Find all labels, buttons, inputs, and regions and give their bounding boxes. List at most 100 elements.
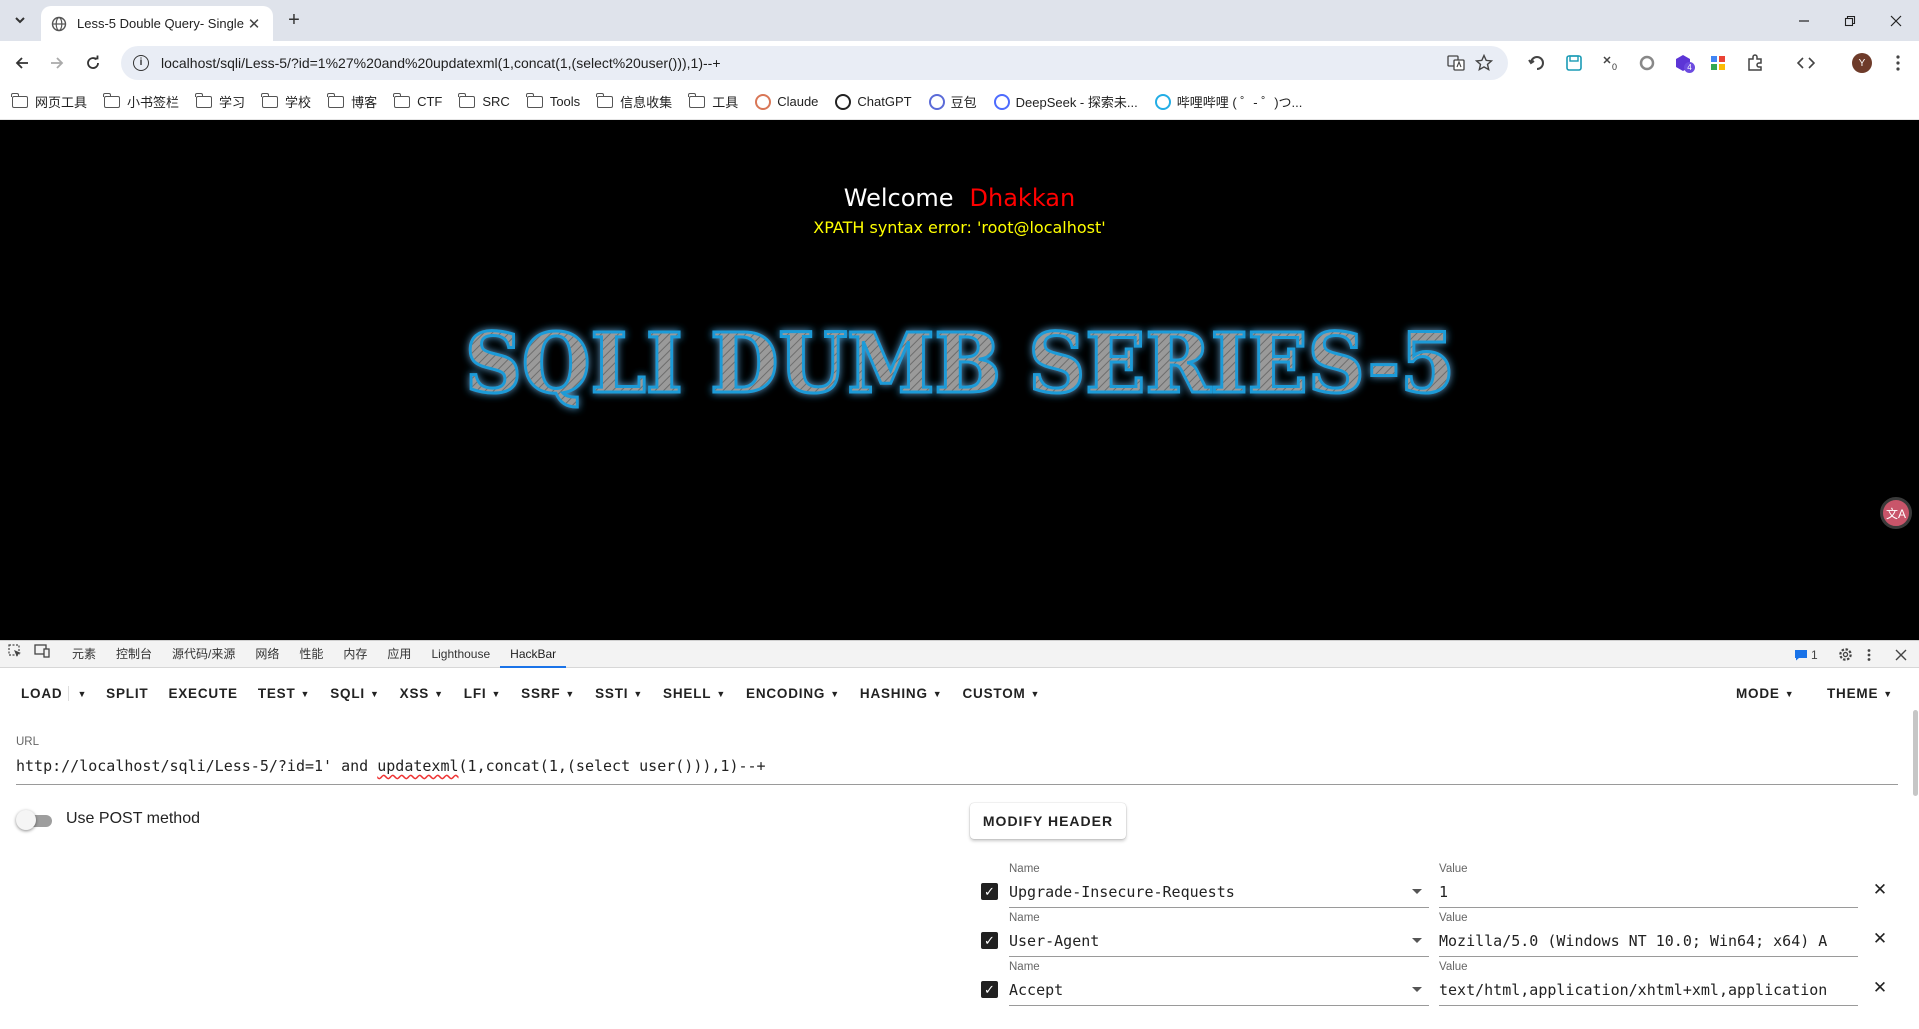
hackbar-menu-encoding[interactable]: ENCODING ▼ bbox=[736, 686, 850, 701]
header-name-input[interactable]: Upgrade-Insecure-Requests bbox=[1009, 878, 1429, 908]
devtools-more-icon[interactable] bbox=[1866, 641, 1872, 668]
devtools-tab[interactable]: 应用 bbox=[377, 641, 421, 668]
header-delete-icon[interactable]: ✕ bbox=[1870, 978, 1890, 998]
hackbar-menu-split[interactable]: SPLIT bbox=[96, 686, 158, 701]
extension-back-icon[interactable] bbox=[1527, 53, 1547, 73]
forward-button[interactable] bbox=[44, 50, 70, 76]
header-value-label: Value bbox=[1439, 863, 1468, 875]
devtools-tab[interactable]: 元素 bbox=[62, 641, 106, 668]
hackbar-menu-custom[interactable]: CUSTOM ▼ bbox=[952, 686, 1050, 701]
extension-badge: 4 bbox=[1684, 62, 1695, 73]
tab-close-icon[interactable]: ✕ bbox=[245, 15, 263, 33]
devtools-tab[interactable]: 内存 bbox=[333, 641, 377, 668]
hackbar-menu-execute[interactable]: EXECUTE bbox=[158, 686, 247, 701]
devtools-code-icon[interactable] bbox=[1796, 53, 1816, 73]
address-url[interactable]: localhost/sqli/Less-5/?id=1%27%20and%20u… bbox=[161, 55, 721, 71]
bookmark-folder[interactable]: 小书签栏 bbox=[103, 92, 179, 111]
header-enabled-checkbox[interactable]: ✓ bbox=[981, 932, 998, 949]
header-name-dropdown-icon[interactable] bbox=[1412, 987, 1422, 992]
hackbar-theme-button[interactable]: THEME ▼ bbox=[1817, 686, 1903, 701]
devtools-tab[interactable]: HackBar bbox=[500, 641, 567, 668]
hackbar-menu-hashing[interactable]: HASHING ▼ bbox=[850, 686, 953, 701]
devtools-tab[interactable]: 控制台 bbox=[106, 641, 162, 668]
new-tab-button[interactable]: + bbox=[282, 9, 306, 33]
browser-menu-icon[interactable] bbox=[1888, 53, 1908, 73]
bookmark-folder[interactable]: 学校 bbox=[261, 92, 311, 111]
devtools-tab[interactable]: Lighthouse bbox=[421, 641, 500, 668]
modify-header-button[interactable]: MODIFY HEADER bbox=[970, 803, 1126, 839]
header-enabled-checkbox[interactable]: ✓ bbox=[981, 981, 998, 998]
hackbar-menu-shell[interactable]: SHELL ▼ bbox=[653, 686, 736, 701]
header-name-dropdown-icon[interactable] bbox=[1412, 889, 1422, 894]
hackbar-menu-ssti[interactable]: SSTI ▼ bbox=[585, 686, 653, 701]
extension-blocks-icon[interactable] bbox=[1708, 53, 1728, 73]
bookmark-folder[interactable]: 博客 bbox=[327, 92, 377, 111]
bookmark-folder[interactable]: 信息收集 bbox=[596, 92, 672, 111]
extensions-puzzle-icon[interactable] bbox=[1745, 53, 1765, 73]
load-dropdown-button[interactable]: ▼ bbox=[68, 685, 96, 701]
bookmark-item[interactable]: 豆包 bbox=[928, 92, 977, 111]
tab-search-button[interactable] bbox=[8, 8, 32, 32]
bookmark-folder[interactable]: SRC bbox=[458, 92, 510, 109]
floating-translate-button[interactable]: 文A bbox=[1880, 497, 1912, 529]
bookmark-item[interactable]: Claude bbox=[755, 93, 818, 110]
back-button[interactable] bbox=[9, 50, 35, 76]
reload-button[interactable] bbox=[80, 50, 106, 76]
minimize-button[interactable] bbox=[1781, 0, 1827, 41]
header-name-input[interactable]: Accept bbox=[1009, 976, 1429, 1006]
devtools-tab[interactable]: 源代码/来源 bbox=[162, 641, 245, 668]
use-post-toggle[interactable] bbox=[16, 810, 54, 830]
bookmark-star-icon[interactable] bbox=[1474, 53, 1494, 72]
hackbar-mode-button[interactable]: MODE ▼ bbox=[1726, 686, 1804, 701]
bookmark-folder[interactable]: 网页工具 bbox=[11, 92, 87, 111]
folder-icon bbox=[261, 92, 279, 108]
inspect-element-icon[interactable] bbox=[0, 641, 28, 668]
header-name-dropdown-icon[interactable] bbox=[1412, 938, 1422, 943]
restore-button[interactable] bbox=[1827, 0, 1873, 41]
puzzle-icon bbox=[1748, 54, 1762, 71]
address-bar[interactable]: i localhost/sqli/Less-5/?id=1%27%20and%2… bbox=[121, 46, 1508, 80]
hackbar-menu-load[interactable]: LOAD bbox=[11, 686, 68, 701]
header-delete-icon[interactable]: ✕ bbox=[1870, 929, 1890, 949]
devtools-scrollbar[interactable] bbox=[1913, 710, 1918, 796]
hackbar-url-input[interactable]: http://localhost/sqli/Less-5/?id=1' and … bbox=[16, 753, 1898, 785]
hackbar-menu-lfi[interactable]: LFI ▼ bbox=[454, 686, 511, 701]
issues-count: 1 bbox=[1811, 647, 1818, 662]
header-name-input[interactable]: User-Agent bbox=[1009, 927, 1429, 957]
star-icon bbox=[1474, 53, 1494, 72]
bookmark-item[interactable]: ChatGPT bbox=[835, 93, 912, 110]
bookmark-folder[interactable]: 工具 bbox=[688, 92, 738, 111]
header-value-input[interactable]: Mozilla/5.0 (Windows NT 10.0; Win64; x64… bbox=[1439, 927, 1858, 957]
devtools-settings-icon[interactable] bbox=[1838, 641, 1853, 668]
bookmark-item[interactable]: DeepSeek - 探索未... bbox=[993, 92, 1138, 111]
device-toolbar-icon[interactable] bbox=[28, 641, 62, 668]
site-info-icon[interactable]: i bbox=[133, 55, 149, 71]
message-icon bbox=[1795, 649, 1807, 660]
header-delete-icon[interactable]: ✕ bbox=[1870, 880, 1890, 900]
browser-tab-active[interactable]: Less-5 Double Query- Single ✕ bbox=[41, 6, 273, 41]
devtools-close-icon[interactable] bbox=[1895, 641, 1907, 668]
header-value-input[interactable]: text/html,application/xhtml+xml,applicat… bbox=[1439, 976, 1858, 1006]
bookmark-folder[interactable]: CTF bbox=[393, 92, 442, 109]
extension-purple-icon[interactable]: 4 bbox=[1673, 53, 1695, 73]
devtools-tab[interactable]: 性能 bbox=[289, 641, 333, 668]
close-window-button[interactable] bbox=[1873, 0, 1919, 41]
bookmark-item[interactable]: 哔哩哔哩 ( ゜- ゜)つ... bbox=[1154, 92, 1302, 111]
hackbar-menu-ssrf[interactable]: SSRF ▼ bbox=[511, 686, 585, 701]
hackbar-menu-test[interactable]: TEST ▼ bbox=[248, 686, 320, 701]
extension-save-icon[interactable] bbox=[1564, 53, 1584, 73]
bookmark-folder[interactable]: 学习 bbox=[195, 92, 245, 111]
extension-counter-icon[interactable]: 0 bbox=[1600, 53, 1620, 73]
bookmark-folder[interactable]: Tools bbox=[525, 92, 580, 109]
header-enabled-checkbox[interactable]: ✓ bbox=[981, 883, 998, 900]
caret-down-icon: ▼ bbox=[932, 688, 943, 699]
arrow-right-icon bbox=[51, 57, 64, 69]
extension-circle-icon[interactable] bbox=[1637, 53, 1657, 73]
devtools-tab[interactable]: 网络 bbox=[245, 641, 289, 668]
hackbar-menu-sqli[interactable]: SQLI ▼ bbox=[320, 686, 389, 701]
hackbar-menu-xss[interactable]: XSS ▼ bbox=[390, 686, 454, 701]
issues-indicator[interactable]: 1 bbox=[1794, 641, 1818, 668]
translate-icon[interactable] bbox=[1447, 54, 1465, 72]
profile-avatar[interactable]: Y bbox=[1852, 53, 1872, 73]
header-value-input[interactable]: 1 bbox=[1439, 878, 1858, 908]
